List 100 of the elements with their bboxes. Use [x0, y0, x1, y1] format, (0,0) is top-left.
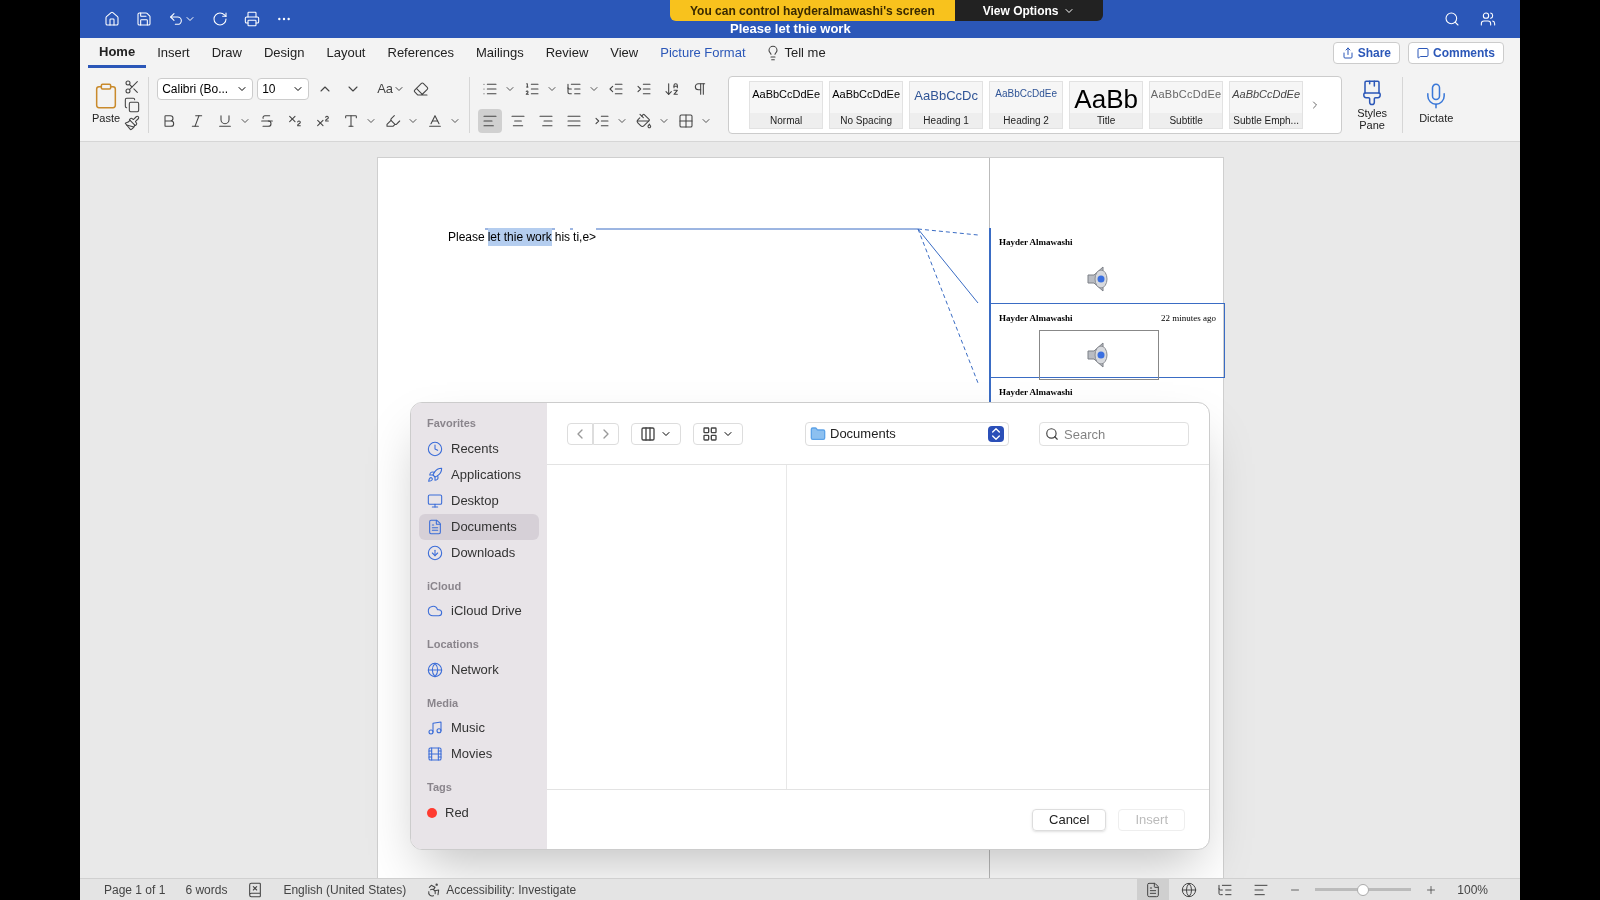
rocket-icon [427, 466, 443, 483]
copy-icon[interactable] [124, 96, 141, 113]
home-icon[interactable] [104, 11, 120, 27]
print-layout-icon [1145, 881, 1162, 898]
undo-icon[interactable] [168, 11, 184, 27]
styles-pane-button[interactable]: Styles Pane [1350, 78, 1395, 131]
style-preset[interactable]: AaBbCcDc Heading 1 [909, 80, 984, 129]
sidebar-item[interactable]: Applications [419, 461, 539, 488]
cut-icon[interactable] [124, 78, 141, 95]
sort-icon[interactable] [664, 80, 681, 97]
view-options-button[interactable]: View Options [954, 0, 1103, 21]
ribbon-tab[interactable]: Mailings [465, 38, 535, 68]
page-count[interactable]: Page 1 of 1 [104, 880, 166, 899]
cancel-button[interactable]: Cancel [1032, 808, 1107, 831]
grid-icon [702, 425, 718, 442]
column-view-button[interactable] [631, 422, 681, 445]
zoom-percent[interactable]: 100% [1457, 880, 1488, 899]
ribbon-tab[interactable]: Review [534, 38, 600, 68]
search-icon[interactable] [1444, 11, 1460, 27]
style-preset[interactable]: AaBbCcDdEe Subtle Emph... [1229, 80, 1304, 129]
clear-format-icon[interactable] [413, 80, 430, 97]
numbering-icon[interactable] [524, 80, 541, 97]
sidebar-section-title: Media [426, 695, 460, 711]
sidebar-section-title: Locations [426, 637, 480, 652]
shading-icon[interactable] [636, 112, 653, 129]
group-view-button[interactable] [693, 422, 743, 445]
sidebar-item[interactable]: Recents [419, 435, 539, 462]
monitor-icon [427, 492, 443, 509]
change-case-button[interactable]: Aa [377, 78, 406, 99]
control-banner: You can control hayderalmawashi's screen [670, 0, 955, 21]
ribbon-tab[interactable]: Picture Format [649, 38, 757, 68]
zoom-in-icon[interactable] [1425, 883, 1438, 896]
borders-icon[interactable] [678, 112, 695, 129]
comment-author: Hayder Almawashi [999, 236, 1073, 249]
language-label[interactable]: English (United States) [283, 880, 407, 899]
sidebar-section-title: Favorites [426, 416, 477, 431]
style-preset[interactable]: AaBbCcDdEe Subtitle [1149, 80, 1224, 129]
music-icon [427, 720, 443, 736]
sidebar-item[interactable]: iCloud Drive [419, 598, 539, 624]
folder-icon [810, 425, 826, 442]
share-icon [1341, 47, 1354, 59]
paste-button[interactable]: Paste [92, 82, 121, 127]
size-dropdown[interactable]: 10 [257, 77, 310, 100]
clock-icon [427, 440, 443, 457]
zoom-thumb[interactable] [1357, 883, 1370, 896]
location-dropdown[interactable]: Documents [805, 421, 1009, 446]
columns-icon [640, 425, 656, 442]
sidebar-section-title: iCloud [426, 578, 463, 594]
document-text: ti,e> [573, 228, 597, 246]
document-icon [427, 518, 443, 535]
share-button[interactable]: Share [1332, 42, 1400, 64]
style-preset[interactable]: AaBbCcDdEe Heading 2 [989, 80, 1064, 129]
comment-time: 22 minutes ago [1161, 312, 1216, 325]
view-button[interactable] [1137, 878, 1170, 900]
comment-author: Hayder Almawashi [999, 312, 1073, 325]
comments-button[interactable]: Comments [1408, 42, 1504, 64]
ribbon-tab[interactable]: Layout [315, 38, 377, 68]
font-color-icon[interactable] [427, 112, 444, 129]
underline-icon[interactable] [217, 112, 234, 129]
globe-icon [427, 661, 443, 678]
film-icon [427, 746, 443, 762]
ribbon-tab[interactable]: View [599, 38, 650, 68]
print-icon[interactable] [244, 11, 260, 27]
highlighter-icon[interactable] [385, 112, 402, 129]
dictate-button[interactable]: Dictate [1411, 82, 1462, 127]
download-icon [427, 544, 443, 561]
ribbon-tab[interactable]: Insert [146, 38, 201, 68]
ribbon-tab[interactable]: Draw [200, 38, 253, 68]
format-painter-icon[interactable] [124, 114, 141, 131]
sidebar-item[interactable]: Desktop [419, 487, 539, 514]
comment-card[interactable]: Hayder Almawashi 22 minutes ago [989, 303, 1225, 378]
text-effects-icon[interactable] [343, 112, 360, 129]
redo-icon[interactable] [212, 11, 228, 27]
sidebar-item[interactable]: Red [419, 799, 539, 826]
style-preset[interactable]: AaBbCcDdEe No Spacing [829, 80, 904, 129]
style-preset[interactable]: AaBb Title [1069, 80, 1144, 129]
style-preset[interactable]: AaBbCcDdEe Normal [749, 80, 824, 129]
comment-author: Hayder Almawashi [999, 386, 1073, 399]
word-count[interactable]: 6 words [185, 880, 228, 899]
sidebar-item[interactable]: Movies [419, 741, 539, 767]
strikethrough-icon[interactable] [259, 112, 276, 129]
search-icon [1045, 426, 1059, 441]
sidebar-item[interactable]: Downloads [419, 539, 539, 566]
proofing-icon[interactable] [247, 881, 264, 898]
ribbon-tab[interactable]: References [376, 38, 465, 68]
sidebar-item[interactable]: Documents [419, 513, 539, 540]
font-dropdown[interactable]: Calibri (Bo... [157, 77, 254, 100]
sidebar-item[interactable]: Network [419, 656, 539, 683]
search-field[interactable]: Search [1039, 422, 1189, 446]
web-layout-icon [1181, 881, 1198, 898]
tell-me-label[interactable]: Tell me [784, 43, 826, 63]
ribbon-tab[interactable]: Design [253, 38, 316, 68]
accessibility-label[interactable]: Accessibility: Investigate [446, 880, 577, 899]
sidebar-section-title: Tags [426, 780, 453, 795]
sidebar-item[interactable]: Music [419, 715, 539, 741]
comment-icon [1417, 47, 1429, 59]
collaborate-icon[interactable] [1480, 11, 1496, 27]
save-icon[interactable] [136, 11, 152, 27]
document-text: let thie work [487, 228, 552, 246]
comment-card[interactable]: Hayder Almawashi [989, 228, 1225, 303]
